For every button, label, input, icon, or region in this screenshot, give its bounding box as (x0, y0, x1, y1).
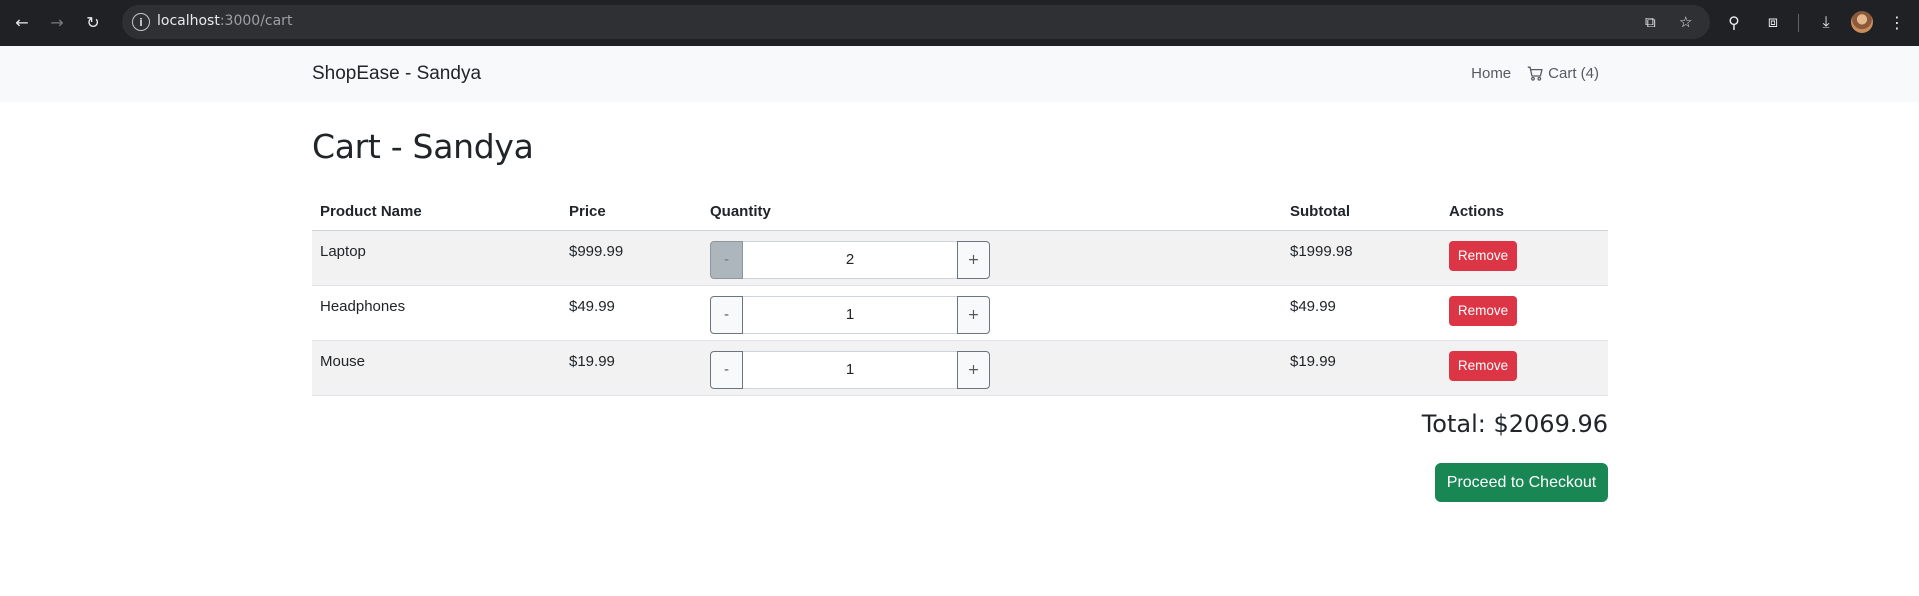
back-arrow-icon[interactable]: ← (11, 11, 33, 33)
nav-cart-label: Cart (4) (1548, 65, 1599, 82)
url-path: :3000/cart (219, 13, 293, 29)
extension-figure-icon[interactable]: ⚲ (1723, 11, 1745, 33)
quantity-cell: - 1 + (702, 285, 1282, 341)
product-price: $19.99 (561, 340, 702, 396)
increase-quantity-button[interactable]: + (957, 295, 990, 334)
product-price: $49.99 (561, 285, 702, 341)
table-row: Mouse $19.99 - 1 + $19.99 Remove (312, 340, 1608, 396)
proceed-to-checkout-button[interactable]: Proceed to Checkout (1435, 463, 1608, 502)
decrease-quantity-button[interactable]: - (710, 240, 743, 279)
quantity-cell: - 2 + (702, 230, 1282, 286)
browser-toolbar: ← → ↻ i localhost:3000/cart ⧉ ☆ ⚲ ⧈ ⤓ ⋮ (0, 0, 1919, 46)
quantity-stepper: - 1 + (710, 295, 1274, 334)
table-row: Headphones $49.99 - 1 + $49.99 Remove (312, 285, 1608, 341)
product-subtotal: $49.99 (1282, 285, 1441, 341)
table-row: Laptop $999.99 - 2 + $1999.98 Remove (312, 230, 1608, 286)
increase-quantity-button[interactable]: + (957, 240, 990, 279)
actions-cell: Remove (1441, 285, 1608, 341)
cart-icon (1527, 66, 1543, 81)
nav-links: Home Cart (4) (1471, 65, 1599, 82)
menu-kebab-icon[interactable]: ⋮ (1886, 11, 1908, 33)
address-bar[interactable]: i localhost:3000/cart ⧉ ☆ (122, 5, 1710, 39)
quantity-stepper: - 1 + (710, 350, 1274, 389)
app-navbar: ShopEase - Sandya Home Cart (4) (0, 46, 1919, 102)
reload-icon[interactable]: ↻ (82, 11, 104, 33)
remove-button[interactable]: Remove (1449, 240, 1517, 271)
url-host: localhost (157, 13, 220, 29)
site-info-icon[interactable]: i (132, 13, 150, 31)
nav-cart-link[interactable]: Cart (4) (1527, 65, 1599, 82)
brand-link[interactable]: ShopEase - Sandya (312, 63, 481, 85)
decrease-quantity-button[interactable]: - (710, 350, 743, 389)
header-product-name: Product Name (312, 194, 561, 231)
forward-arrow-icon[interactable]: → (46, 11, 68, 33)
product-name: Headphones (312, 285, 561, 341)
product-subtotal: $19.99 (1282, 340, 1441, 396)
increase-quantity-button[interactable]: + (957, 350, 990, 389)
header-quantity: Quantity (702, 194, 1282, 231)
quantity-input[interactable]: 2 (743, 240, 957, 279)
address-url[interactable]: localhost:3000/cart (157, 13, 292, 29)
extensions-puzzle-icon[interactable]: ⧈ (1762, 11, 1784, 33)
quantity-input[interactable]: 1 (743, 350, 957, 389)
download-icon[interactable]: ⤓ (1815, 11, 1837, 33)
product-price: $999.99 (561, 230, 702, 286)
actions-cell: Remove (1441, 230, 1608, 286)
install-app-icon[interactable]: ⧉ (1645, 13, 1656, 31)
header-actions: Actions (1441, 194, 1608, 231)
actions-cell: Remove (1441, 340, 1608, 396)
nav-home-link[interactable]: Home (1471, 65, 1511, 82)
product-subtotal: $1999.98 (1282, 230, 1441, 286)
header-subtotal: Subtotal (1282, 194, 1441, 231)
bookmark-star-icon[interactable]: ☆ (1679, 13, 1692, 31)
cart-table: Product Name Price Quantity Subtotal Act… (312, 194, 1608, 396)
header-price: Price (561, 194, 702, 231)
quantity-stepper: - 2 + (710, 240, 1274, 279)
quantity-input[interactable]: 1 (743, 295, 957, 334)
product-name: Laptop (312, 230, 561, 286)
profile-avatar[interactable] (1851, 11, 1873, 33)
remove-button[interactable]: Remove (1449, 295, 1517, 326)
quantity-cell: - 1 + (702, 340, 1282, 396)
toolbar-divider (1798, 14, 1799, 32)
table-header-row: Product Name Price Quantity Subtotal Act… (312, 194, 1608, 231)
product-name: Mouse (312, 340, 561, 396)
page-title: Cart - Sandya (312, 127, 534, 166)
decrease-quantity-button[interactable]: - (710, 295, 743, 334)
remove-button[interactable]: Remove (1449, 350, 1517, 381)
cart-total: Total: $2069.96 (1421, 410, 1608, 438)
